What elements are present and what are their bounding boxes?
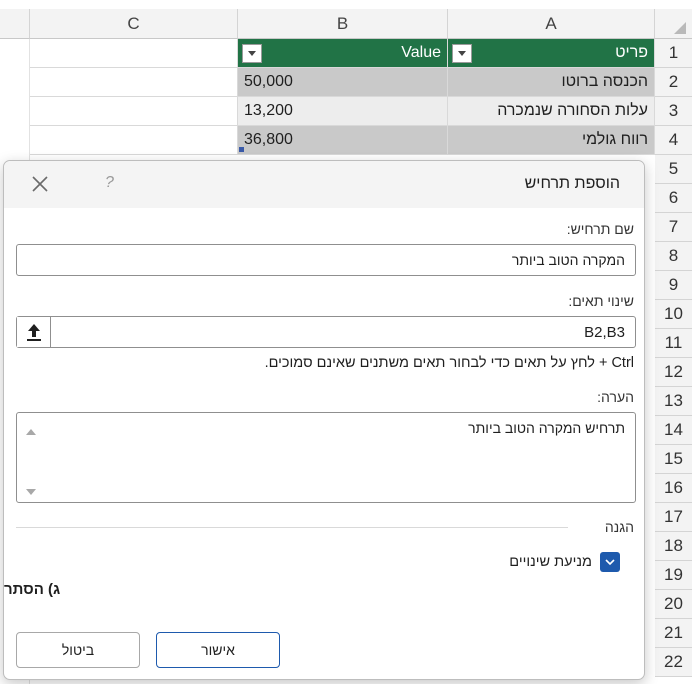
add-scenario-dialog: הוספת תרחיש ? שם תרחיש: שינוי תאים: B2,B…	[3, 160, 645, 680]
row-header[interactable]: 8	[655, 242, 692, 271]
row-header[interactable]: 10	[655, 300, 692, 329]
column-header-a[interactable]: A	[448, 9, 655, 39]
comment-text: תרחיש המקרה הטוב ביותר	[468, 420, 625, 436]
row-header[interactable]: 1	[655, 39, 692, 68]
collapse-up-arrow-icon	[27, 324, 41, 341]
empty-cell[interactable]	[30, 68, 238, 97]
row-header[interactable]: 9	[655, 271, 692, 300]
row-header[interactable]: 20	[655, 590, 692, 619]
protection-separator	[16, 527, 568, 528]
row-header[interactable]: 12	[655, 358, 692, 387]
prevent-changes-checkbox[interactable]	[600, 552, 620, 572]
table-header-item-label: פריט	[615, 44, 648, 61]
row-header[interactable]: 17	[655, 503, 692, 532]
row-header[interactable]: 13	[655, 387, 692, 416]
row-header[interactable]: 21	[655, 619, 692, 648]
row-header[interactable]: 22	[655, 648, 692, 677]
ctrl-click-hint: Ctrl + לחץ על תאים כדי לבחור תאים משתנים…	[264, 355, 634, 371]
cancel-button[interactable]: ביטול	[16, 632, 140, 668]
table-cell-item[interactable]: עלות הסחורה שנמכרה	[448, 97, 655, 126]
dialog-titlebar[interactable]: הוספת תרחיש ?	[4, 161, 644, 208]
filter-dropdown-item[interactable]	[452, 44, 472, 63]
scenario-name-label: שם תרחיש:	[566, 221, 634, 237]
row-header[interactable]: 19	[655, 561, 692, 590]
row-header[interactable]: 4	[655, 126, 692, 155]
table-cell-value[interactable]: 50,000	[238, 68, 448, 97]
column-header-d[interactable]	[0, 9, 30, 39]
close-icon[interactable]	[30, 174, 50, 194]
changing-cells-value: B2,B3	[584, 324, 625, 341]
scroll-up-icon[interactable]	[25, 424, 37, 435]
row-header[interactable]: 5	[655, 155, 692, 184]
empty-cell[interactable]	[30, 97, 238, 126]
column-header-b[interactable]: B	[238, 9, 448, 39]
table-header-value[interactable]: Value	[238, 39, 448, 68]
scroll-down-icon[interactable]	[25, 484, 37, 495]
row-header[interactable]: 3	[655, 97, 692, 126]
prevent-changes-option[interactable]: מניעת שינויים	[509, 552, 620, 572]
empty-cell[interactable]	[30, 39, 238, 68]
table-header-item[interactable]: פריט	[448, 39, 655, 68]
row-header[interactable]: 16	[655, 474, 692, 503]
select-all-corner[interactable]	[655, 9, 692, 39]
help-icon[interactable]: ?	[105, 174, 119, 194]
scenario-name-input[interactable]	[16, 244, 636, 276]
table-cell-item[interactable]: הכנסה ברוטו	[448, 68, 655, 97]
table-cell-item[interactable]: רווח גולמי	[448, 126, 655, 155]
row-header[interactable]: 6	[655, 184, 692, 213]
fill-handle[interactable]	[239, 147, 244, 152]
ok-button[interactable]: אישור	[156, 632, 280, 668]
check-icon	[605, 559, 615, 566]
row-header[interactable]: 7	[655, 213, 692, 242]
row-header[interactable]: 15	[655, 445, 692, 474]
changing-cells-label: שינוי תאים:	[568, 293, 634, 309]
collapse-dialog-button[interactable]	[17, 317, 51, 347]
comment-label: הערה:	[597, 389, 634, 405]
row-header[interactable]: 11	[655, 329, 692, 358]
changing-cells-input[interactable]: B2,B3	[16, 316, 636, 348]
comment-textarea[interactable]: תרחיש המקרה הטוב ביותר	[16, 412, 636, 503]
row-header[interactable]: 2	[655, 68, 692, 97]
row-header[interactable]: 18	[655, 532, 692, 561]
prevent-changes-label: מניעת שינויים	[509, 554, 592, 570]
row-header[interactable]: 14	[655, 416, 692, 445]
empty-cell[interactable]	[30, 126, 238, 155]
protection-label: הגנה	[598, 519, 634, 535]
hide-option-label: ג) הסתר	[4, 581, 61, 598]
table-cell-value[interactable]: 36,800	[238, 126, 448, 155]
table-header-value-label: Value	[401, 44, 441, 61]
column-header-c[interactable]: C	[30, 9, 238, 39]
filter-dropdown-value[interactable]	[242, 44, 262, 63]
dialog-title: הוספת תרחיש	[524, 175, 620, 192]
table-cell-value[interactable]: 13,200	[238, 97, 448, 126]
